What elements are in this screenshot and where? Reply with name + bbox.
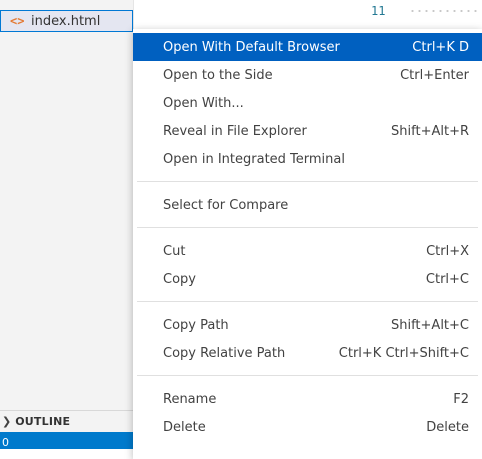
menu-item-label: Rename <box>163 391 217 407</box>
outline-label: OUTLINE <box>15 415 71 428</box>
menu-item-open-with-default-browser[interactable]: Open With Default Browser Ctrl+K D <box>133 33 482 61</box>
menu-item-shortcut: Shift+Alt+C <box>390 317 469 333</box>
menu-item-shortcut: Delete <box>426 419 469 435</box>
menu-item-copy[interactable]: Copy Ctrl+C <box>133 265 482 293</box>
menu-item-label: Open With... <box>163 95 244 111</box>
status-bar: 0 <box>0 432 133 449</box>
menu-item-shortcut: Ctrl+K D <box>412 39 469 55</box>
editor-line-number: 11 <box>371 4 386 18</box>
menu-item-label: Copy Path <box>163 317 229 333</box>
menu-item-label: Open to the Side <box>163 67 273 83</box>
menu-item-shortcut: Ctrl+Enter <box>400 67 469 83</box>
menu-item-delete[interactable]: Delete Delete <box>133 413 482 441</box>
menu-item-shortcut: F2 <box>453 391 469 407</box>
menu-item-shortcut: Shift+Alt+R <box>391 123 469 139</box>
whitespace-indicator <box>409 8 479 14</box>
menu-item-label: Delete <box>163 419 206 435</box>
menu-item-copy-path[interactable]: Copy Path Shift+Alt+C <box>133 311 482 339</box>
menu-item-shortcut: Ctrl+K Ctrl+Shift+C <box>338 345 469 361</box>
menu-separator <box>137 227 478 228</box>
menu-item-open-to-the-side[interactable]: Open to the Side Ctrl+Enter <box>133 61 482 89</box>
menu-item-shortcut: Ctrl+C <box>425 271 469 287</box>
context-menu: Open With Default Browser Ctrl+K D Open to… <box>133 29 482 459</box>
file-item-index-html[interactable]: <> index.html <box>0 10 133 32</box>
menu-item-label: Select for Compare <box>163 197 289 213</box>
menu-item-rename[interactable]: Rename F2 <box>133 385 482 413</box>
menu-item-copy-relative-path[interactable]: Copy Relative Path Ctrl+K Ctrl+Shift+C <box>133 339 482 367</box>
menu-item-open-in-integrated-terminal[interactable]: Open in Integrated Terminal <box>133 145 482 173</box>
menu-item-open-with[interactable]: Open With... <box>133 89 482 117</box>
menu-item-label: Open in Integrated Terminal <box>163 151 345 167</box>
chevron-right-icon: ❯ <box>2 415 12 428</box>
file-name: index.html <box>31 13 101 29</box>
explorer-sidebar: <> index.html ❯ OUTLINE 0 <box>0 0 134 449</box>
menu-item-cut[interactable]: Cut Ctrl+X <box>133 237 482 265</box>
menu-separator <box>137 301 478 302</box>
menu-item-shortcut: Ctrl+X <box>426 243 469 259</box>
menu-item-label: Cut <box>163 243 186 259</box>
outline-section-header[interactable]: ❯ OUTLINE <box>0 410 133 432</box>
menu-separator <box>137 181 478 182</box>
menu-item-label: Copy <box>163 271 196 287</box>
menu-item-label: Copy Relative Path <box>163 345 286 361</box>
menu-item-label: Reveal in File Explorer <box>163 123 307 139</box>
menu-item-label: Open With Default Browser <box>163 39 340 55</box>
status-text: 0 <box>2 436 9 449</box>
menu-separator <box>137 375 478 376</box>
menu-item-reveal-in-file-explorer[interactable]: Reveal in File Explorer Shift+Alt+R <box>133 117 482 145</box>
menu-item-select-for-compare[interactable]: Select for Compare <box>133 191 482 219</box>
html-file-icon: <> <box>10 14 25 28</box>
